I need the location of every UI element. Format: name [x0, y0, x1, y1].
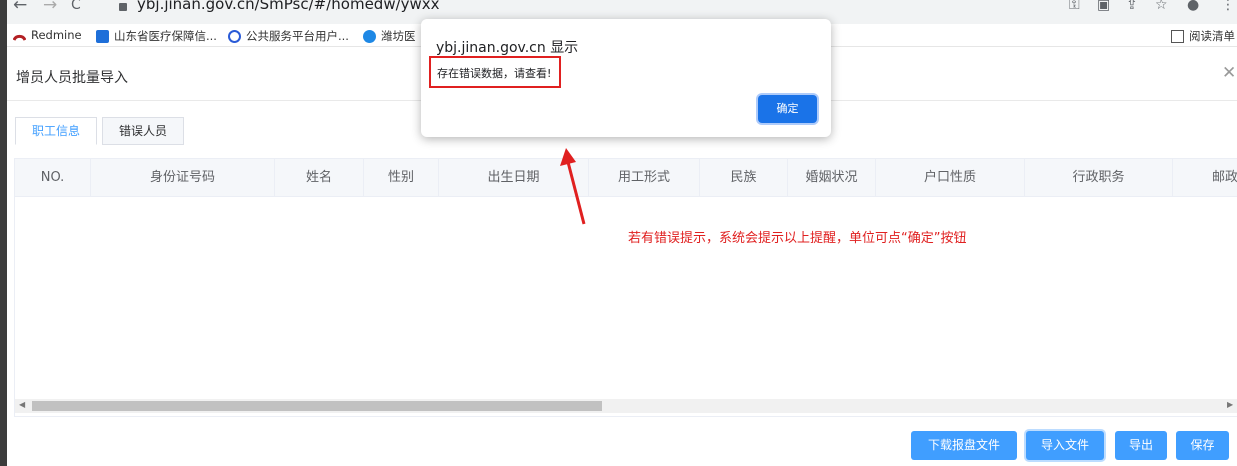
save-button[interactable]: 保存 — [1176, 431, 1229, 460]
tab-error-persons[interactable]: 错误人员 — [102, 117, 184, 145]
arrow-shaft — [566, 161, 586, 225]
star-icon[interactable]: ☆ — [1155, 0, 1168, 13]
alert-dialog: ybj.jinan.gov.cn 显示 存在错误数据，请查看! 确定 — [421, 19, 831, 137]
bookmark-redmine[interactable]: Redmine — [12, 28, 82, 42]
dialog-ok-button[interactable]: 确定 — [758, 95, 817, 123]
dialog-message: 存在错误数据，请查看! — [437, 67, 552, 80]
dialog-message-box: 存在错误数据，请查看! — [429, 56, 561, 88]
column-header: 用工形式 — [589, 159, 700, 196]
close-icon[interactable]: ✕ — [1222, 63, 1236, 83]
annotation-text: 若有错误提示，系统会提示以上提醒，单位可点“确定”按钮 — [628, 231, 967, 246]
scroll-left-icon[interactable]: ◀ — [19, 400, 25, 409]
column-header: 身份证号码 — [91, 159, 275, 196]
import-table: NO. 身份证号码 姓名 性别 出生日期 用工形式 民族 婚姻状况 户口性质 行… — [14, 158, 1237, 417]
page-title: 增员人员批量导入 — [16, 70, 128, 86]
address-bar[interactable]: ybj.jinan.gov.cn/SmPsc/#/homedw/ywxx — [137, 0, 440, 13]
left-edge — [0, 0, 7, 466]
menu-icon[interactable]: ⋮ — [1221, 0, 1235, 13]
lock-icon[interactable] — [119, 3, 127, 11]
redmine-icon — [12, 29, 27, 42]
weifang-site-icon — [363, 29, 376, 43]
forward-icon[interactable]: → — [43, 0, 57, 15]
profile-icon[interactable]: ● — [1187, 0, 1199, 13]
share-icon[interactable]: ⇪ — [1126, 0, 1138, 13]
annotation-arrow — [560, 148, 586, 225]
translate-icon[interactable]: ▣ — [1097, 0, 1110, 13]
column-header: 姓名 — [275, 159, 364, 196]
column-header: 民族 — [700, 159, 788, 196]
download-file-button[interactable]: 下载报盘文件 — [911, 431, 1017, 460]
scroll-right-icon[interactable]: ▶ — [1227, 400, 1233, 409]
back-icon[interactable]: ← — [13, 0, 27, 15]
tab-employee-info[interactable]: 职工信息 — [15, 117, 97, 145]
export-button[interactable]: 导出 — [1115, 431, 1167, 460]
bookmark-public-service[interactable]: 公共服务平台用户... — [228, 28, 349, 44]
column-header: 行政职务 — [1025, 159, 1173, 196]
table-header: NO. 身份证号码 姓名 性别 出生日期 用工形式 民族 婚姻状况 户口性质 行… — [15, 159, 1237, 197]
arrow-head — [560, 148, 576, 166]
bookmark-shandong-medical[interactable]: 山东省医疗保障信... — [96, 28, 217, 44]
column-header: 户口性质 — [876, 159, 1025, 196]
key-icon[interactable]: ⚿ — [1069, 0, 1080, 13]
import-file-button[interactable]: 导入文件 — [1026, 431, 1104, 460]
column-header: 性别 — [364, 159, 439, 196]
horizontal-scrollbar[interactable]: ◀ ▶ — [15, 399, 1237, 413]
bookmark-weifang[interactable]: 潍坊医 — [363, 28, 416, 44]
shandong-site-icon — [96, 29, 109, 43]
scrollbar-thumb[interactable] — [32, 401, 602, 411]
reload-icon[interactable]: C — [71, 0, 81, 13]
reading-list[interactable]: 阅读清单 — [1171, 28, 1235, 44]
column-header: 邮政 — [1211, 170, 1237, 185]
reading-list-icon — [1171, 29, 1184, 43]
globe-icon — [228, 29, 241, 43]
dialog-title: ybj.jinan.gov.cn 显示 — [436, 40, 579, 56]
column-header: NO. — [15, 159, 91, 196]
column-header: 婚姻状况 — [788, 159, 876, 196]
